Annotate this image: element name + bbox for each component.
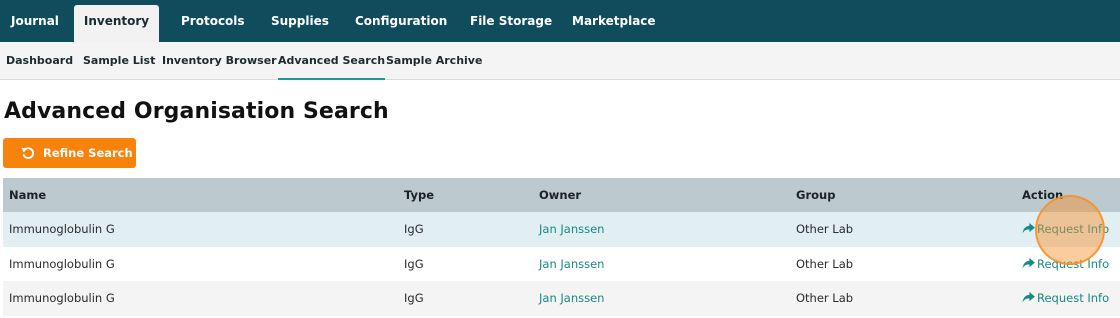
subnav-item-inventory-browser[interactable]: Inventory Browser: [162, 42, 277, 80]
request-info-button[interactable]: Request Info: [1022, 212, 1109, 246]
owner-link[interactable]: Jan Janssen: [539, 281, 604, 315]
subnav-item-dashboard[interactable]: Dashboard: [6, 42, 73, 80]
cell-group: Other Lab: [796, 291, 854, 305]
column-header-owner[interactable]: Owner: [539, 178, 581, 212]
column-header-name[interactable]: Name: [9, 178, 46, 212]
subnav-item-sample-archive[interactable]: Sample Archive: [386, 42, 482, 80]
request-info-label: Request Info: [1037, 222, 1110, 236]
table-row: Immunoglobulin G IgG Jan Janssen Other L…: [3, 281, 1120, 316]
tab-journal[interactable]: Journal: [11, 0, 59, 42]
table-row: Immunoglobulin G IgG Jan Janssen Other L…: [3, 212, 1120, 247]
share-arrow-icon: [1022, 257, 1035, 269]
cell-type: IgG: [404, 222, 424, 236]
table-row: Immunoglobulin G IgG Jan Janssen Other L…: [3, 246, 1120, 281]
column-header-type[interactable]: Type: [404, 178, 434, 212]
request-info-label: Request Info: [1037, 291, 1110, 305]
subnav-item-sample-list[interactable]: Sample List: [83, 42, 155, 80]
column-header-action: Action: [1022, 188, 1064, 202]
cell-group: Other Lab: [796, 222, 854, 236]
refine-search-button[interactable]: Refine Search: [3, 138, 136, 168]
cell-group: Other Lab: [796, 256, 854, 271]
tab-inventory[interactable]: Inventory: [74, 5, 159, 42]
tab-configuration[interactable]: Configuration: [355, 0, 447, 42]
cell-name: Immunoglobulin G: [9, 291, 115, 305]
refine-search-label: Refine Search: [43, 146, 133, 160]
column-header-group[interactable]: Group: [796, 178, 835, 212]
request-info-button[interactable]: Request Info: [1022, 281, 1109, 315]
page-title: Advanced Organisation Search: [4, 99, 389, 124]
refresh-icon: [21, 147, 34, 159]
top-nav: Journal Inventory Protocols Supplies Con…: [0, 0, 1120, 42]
request-info-button[interactable]: Request Info: [1022, 247, 1109, 281]
tab-file-storage[interactable]: File Storage: [470, 0, 552, 42]
tab-supplies[interactable]: Supplies: [271, 0, 329, 42]
cell-name: Immunoglobulin G: [9, 256, 115, 271]
cell-type: IgG: [404, 291, 424, 305]
table-header: Name Type Owner Group Action: [3, 178, 1120, 212]
sub-nav: Dashboard Sample List Inventory Browser …: [0, 42, 1120, 80]
share-arrow-icon: [1022, 292, 1035, 303]
tab-marketplace[interactable]: Marketplace: [572, 0, 656, 42]
owner-link[interactable]: Jan Janssen: [539, 212, 604, 246]
share-arrow-icon: [1022, 223, 1035, 234]
cell-name: Immunoglobulin G: [9, 222, 115, 236]
tab-protocols[interactable]: Protocols: [181, 0, 245, 42]
results-table: Name Type Owner Group Action Immunoglobu…: [3, 178, 1120, 316]
request-info-label: Request Info: [1037, 256, 1110, 271]
subnav-item-advanced-search[interactable]: Advanced Search: [278, 42, 386, 80]
owner-link[interactable]: Jan Janssen: [539, 247, 604, 281]
cell-type: IgG: [404, 256, 424, 271]
